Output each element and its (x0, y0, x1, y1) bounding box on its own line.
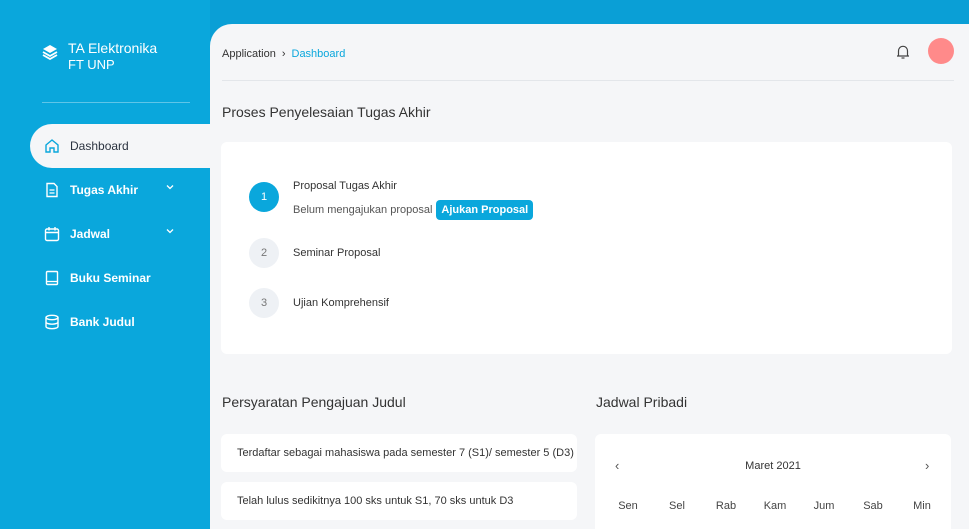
breadcrumb: Application › Dashboard (222, 48, 345, 60)
process-steps-card: 1 Proposal Tugas Akhir Belum mengajukan … (221, 142, 952, 354)
sidebar-item-jadwal[interactable]: Jadwal (0, 212, 210, 256)
weekday: Min (913, 500, 931, 512)
breadcrumb-current: Dashboard (291, 48, 346, 60)
weekday: Sen (618, 500, 638, 512)
chevron-down-icon (166, 185, 174, 190)
step-status: Belum mengajukan proposal (293, 204, 433, 216)
database-icon (44, 314, 60, 330)
header-divider (222, 80, 954, 81)
weekday: Kam (763, 500, 787, 512)
requirement-item: Telah lulus sedikitnya 100 sks untuk S1,… (221, 482, 577, 520)
step-number: 2 (249, 238, 279, 268)
step-title: Proposal Tugas Akhir (293, 180, 397, 192)
calendar-month: Maret 2021 (745, 460, 801, 472)
sidebar-item-buku-seminar[interactable]: Buku Seminar (0, 256, 210, 300)
sidebar-item-bank-judul[interactable]: Bank Judul (0, 300, 210, 344)
sidebar: TA Elektronika FT UNP Dashboard Tugas Ak… (0, 0, 210, 529)
bell-icon[interactable] (896, 44, 910, 60)
avatar[interactable] (928, 38, 954, 64)
sidebar-item-label: Bank Judul (70, 315, 135, 329)
calendar-next-button[interactable]: › (925, 458, 929, 473)
sidebar-item-tugas-akhir[interactable]: Tugas Akhir (0, 168, 210, 212)
chevron-down-icon (166, 229, 174, 234)
sidebar-item-label: Dashboard (70, 139, 129, 153)
calendar: ‹ Maret 2021 › Sen Sel Rab Kam Jum Sab M… (595, 434, 951, 529)
calendar-icon (44, 226, 60, 242)
step-title: Seminar Proposal (293, 247, 381, 259)
brand[interactable]: TA Elektronika FT UNP (42, 40, 157, 72)
weekday: Jum (813, 500, 835, 512)
weekday: Rab (715, 500, 737, 512)
book-icon (44, 270, 60, 286)
home-icon (44, 138, 60, 154)
brand-divider (42, 102, 190, 103)
step-title: Ujian Komprehensif (293, 297, 389, 309)
requirement-item: Terdaftar sebagai mahasiswa pada semeste… (221, 434, 577, 472)
weekday: Sel (669, 500, 685, 512)
breadcrumb-separator: › (281, 48, 286, 60)
sidebar-item-label: Buku Seminar (70, 271, 151, 285)
step-number: 1 (249, 182, 279, 212)
ajukan-proposal-button[interactable]: Ajukan Proposal (436, 200, 534, 220)
main-content: Application › Dashboard Proses Penyelesa… (210, 24, 969, 529)
layers-icon (42, 45, 58, 60)
brand-sub: FT UNP (68, 57, 115, 72)
requirements-title: Persyaratan Pengajuan Judul (222, 394, 406, 410)
schedule-title: Jadwal Pribadi (596, 394, 688, 410)
step-proposal: 1 Proposal Tugas Akhir Belum mengajukan … (249, 180, 534, 220)
breadcrumb-root[interactable]: Application (222, 48, 276, 60)
weekday: Sab (863, 500, 883, 512)
process-title: Proses Penyelesaian Tugas Akhir (222, 104, 431, 120)
sidebar-item-dashboard[interactable]: Dashboard (30, 124, 210, 168)
sidebar-nav: Dashboard Tugas Akhir Jadwal Buku Semina… (0, 124, 210, 344)
sidebar-item-label: Tugas Akhir (70, 183, 139, 197)
calendar-weekdays: Sen Sel Rab Kam Jum Sab Min (605, 500, 945, 512)
step-number: 3 (249, 288, 279, 318)
step-seminar: 2 Seminar Proposal (249, 238, 380, 268)
sidebar-item-label: Jadwal (70, 227, 111, 241)
brand-name: TA Elektronika (68, 40, 158, 56)
document-icon (44, 182, 60, 198)
step-ujian: 3 Ujian Komprehensif (249, 288, 389, 318)
